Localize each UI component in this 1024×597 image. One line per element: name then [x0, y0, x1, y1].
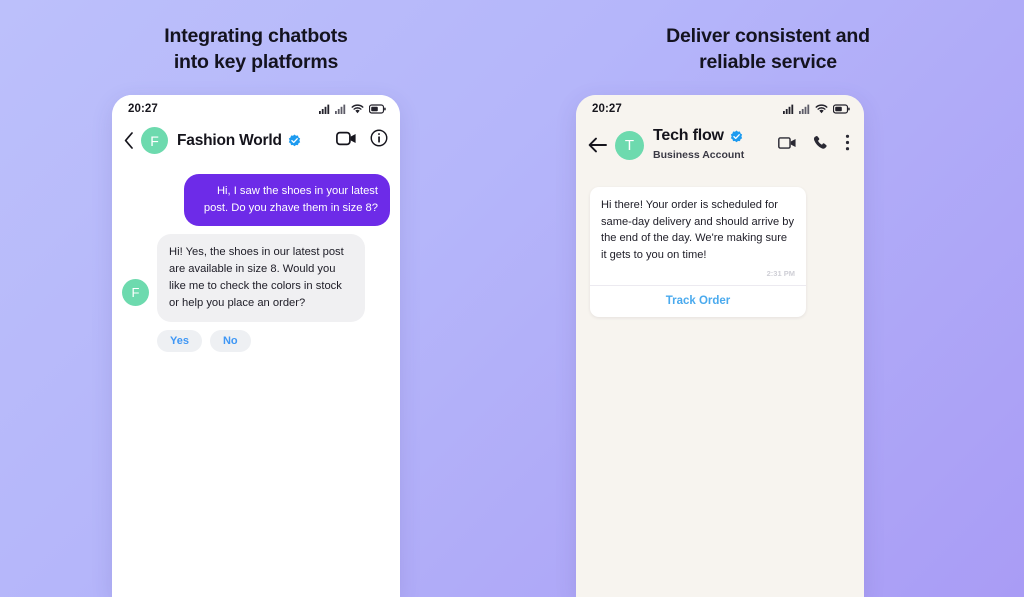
signal-icon	[319, 104, 330, 114]
chat-name-row: Fashion World	[177, 132, 301, 150]
verified-badge-icon	[730, 130, 742, 142]
track-order-button[interactable]: Track Order	[590, 286, 806, 317]
quick-reply-no[interactable]: No	[209, 330, 251, 353]
video-call-button[interactable]	[778, 136, 797, 155]
message-timestamp: 2:31 PM	[766, 268, 795, 278]
chat-header-right: T Tech flow Business Account	[576, 123, 864, 175]
more-vertical-icon	[845, 134, 850, 151]
status-bar-time: 20:27	[128, 103, 158, 115]
headline-left-line2: into key platforms	[173, 50, 339, 73]
message-bubble-incoming[interactable]: Hi! Yes, the shoes in our latest post ar…	[157, 233, 365, 323]
signal-icon	[783, 104, 794, 114]
message-bubble-outgoing[interactable]: Hi, I saw the shoes in your latest post.…	[184, 174, 390, 226]
phone-mockup-left: 20:27 F Fashion World Hi, I saw the shoe…	[112, 95, 400, 597]
chevron-left-icon	[124, 132, 133, 149]
back-button-left[interactable]	[124, 132, 134, 149]
video-camera-icon	[778, 136, 796, 149]
battery-icon	[833, 104, 850, 114]
chat-title-block-left: Fashion World	[177, 132, 301, 150]
chat-title-block-right: Tech flow Business Account	[653, 127, 744, 163]
conversation-right: Hi there! Your order is scheduled for sa…	[576, 175, 864, 317]
quick-reply-yes[interactable]: Yes	[157, 330, 202, 353]
message-row-outgoing: Hi, I saw the shoes in your latest post.…	[122, 174, 390, 226]
header-actions-left	[336, 129, 388, 152]
chat-subtitle: Business Account	[653, 149, 745, 161]
wifi-icon	[351, 104, 364, 114]
phone-icon	[813, 135, 827, 149]
quick-reply-chips: Yes No	[122, 330, 390, 353]
verified-badge-icon	[288, 134, 300, 147]
panel-left: Integrating chatbots into key platforms …	[0, 0, 512, 597]
status-bar-left: 20:27	[112, 95, 400, 123]
headline-right-line2: reliable service	[699, 50, 837, 73]
status-bar-time: 20:27	[592, 103, 622, 115]
arrow-left-icon	[588, 137, 607, 153]
wifi-icon	[815, 104, 828, 114]
headline-left-line1: Integrating chatbots	[164, 25, 348, 47]
more-options-button[interactable]	[845, 134, 850, 156]
chat-name-row: Tech flow	[653, 127, 744, 145]
headline-left: Integrating chatbots into key platforms	[0, 24, 512, 75]
phone-mockup-right: 20:27 T Tech flow Business Account Hi th…	[576, 95, 864, 597]
video-camera-icon	[336, 131, 356, 145]
avatar[interactable]: T	[615, 130, 644, 160]
order-status-card: Hi there! Your order is scheduled for sa…	[590, 187, 806, 317]
message-row-incoming: F Hi! Yes, the shoes in our latest post …	[122, 233, 390, 323]
conversation-left: Hi, I saw the shoes in your latest post.…	[112, 164, 400, 353]
panel-right: Deliver consistent and reliable service …	[512, 0, 1024, 597]
info-button[interactable]	[370, 129, 388, 152]
message-avatar: F	[122, 279, 149, 307]
headline-right: Deliver consistent and reliable service	[512, 24, 1024, 75]
avatar[interactable]: F	[141, 127, 168, 154]
status-bar-icons	[319, 104, 386, 114]
info-circle-icon	[370, 129, 388, 147]
status-bar-right: 20:27	[576, 95, 864, 123]
signal-icon	[335, 104, 346, 114]
headline-right-line1: Deliver consistent and	[666, 25, 870, 47]
video-call-button[interactable]	[336, 131, 357, 151]
back-button-right[interactable]	[588, 137, 607, 153]
chat-header-left: F Fashion World	[112, 123, 400, 164]
voice-call-button[interactable]	[813, 135, 829, 156]
header-actions-right	[778, 134, 852, 156]
battery-icon	[369, 104, 386, 114]
signal-icon	[799, 104, 810, 114]
status-bar-icons	[783, 104, 850, 114]
chat-contact-name[interactable]: Fashion World	[177, 132, 282, 150]
order-status-text: Hi there! Your order is scheduled for sa…	[601, 199, 795, 261]
chat-contact-name[interactable]: Tech flow	[653, 127, 724, 145]
